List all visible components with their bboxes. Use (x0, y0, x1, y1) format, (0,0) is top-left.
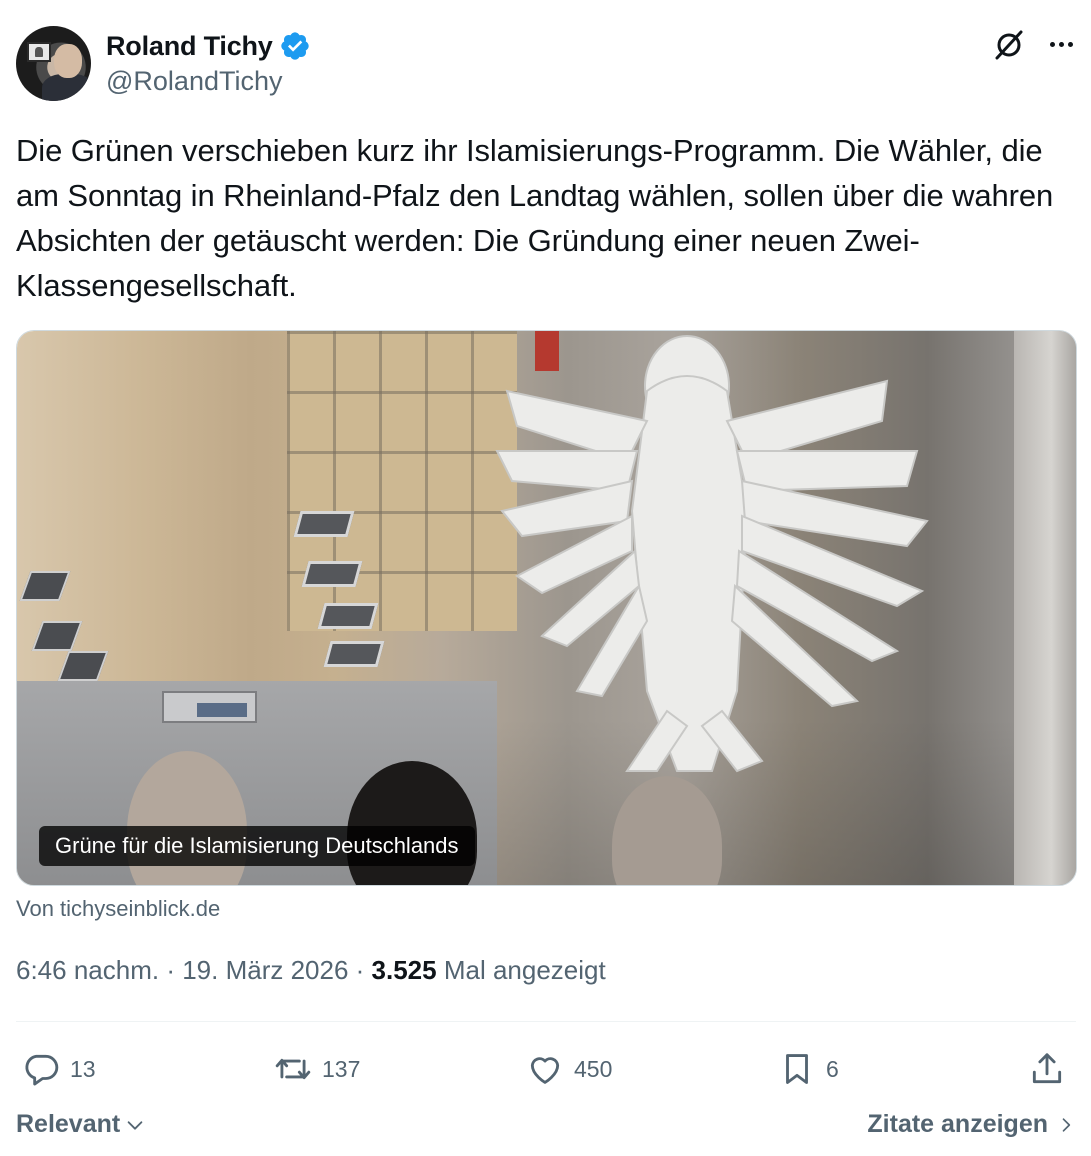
avatar[interactable] (16, 26, 91, 101)
card-source[interactable]: Von tichyseinblick.de (16, 896, 220, 922)
sort-label: Relevant (16, 1110, 121, 1138)
link-card[interactable]: Grüne für die Islamisierung Deutschlands (16, 330, 1077, 886)
share-icon (1032, 1053, 1062, 1084)
tweet-meta: 6:46 nachm. · 19. März 2026 · 3.525 Mal … (16, 955, 606, 986)
reply-controls: Relevant Zitate anzeigen (16, 1110, 1076, 1150)
card-image[interactable]: Grüne für die Islamisierung Deutschlands (17, 331, 1076, 885)
more-icon[interactable] (1046, 34, 1076, 54)
card-caption: Grüne für die Islamisierung Deutschlands (39, 826, 475, 866)
handle[interactable]: @RolandTichy (106, 66, 282, 97)
like-button[interactable]: 450 (526, 1042, 612, 1096)
timestamp-time[interactable]: 6:46 nachm. (16, 955, 159, 985)
name-row: Roland Tichy (106, 26, 311, 66)
timestamp-date[interactable]: 19. März 2026 (182, 955, 348, 985)
eagle-sculpture (495, 335, 929, 773)
chevron-right-icon (1062, 1117, 1071, 1132)
reply-count: 13 (70, 1055, 96, 1082)
repost-icon (275, 1058, 311, 1080)
reply-icon (25, 1054, 59, 1086)
verified-badge-icon (280, 32, 309, 60)
action-bar: 13 137 450 6 (16, 1042, 1076, 1096)
repost-button[interactable]: 137 (274, 1042, 360, 1096)
share-button[interactable] (1028, 1042, 1066, 1096)
chevron-down-icon (127, 1120, 143, 1130)
display-name[interactable]: Roland Tichy (106, 31, 273, 62)
divider (16, 1021, 1076, 1022)
like-icon (530, 1057, 560, 1084)
grok-icon[interactable] (992, 28, 1026, 62)
quotes-label: Zitate anzeigen (867, 1110, 1048, 1138)
views-count: 3.525 (371, 955, 437, 985)
sort-dropdown[interactable]: Relevant (16, 1110, 146, 1139)
bookmark-count: 6 (826, 1055, 839, 1082)
bookmark-icon (786, 1054, 808, 1084)
reply-button[interactable]: 13 (22, 1042, 96, 1096)
views-label: Mal angezeigt (436, 955, 606, 985)
bookmark-button[interactable]: 6 (778, 1042, 839, 1096)
meta-separator: · (159, 955, 183, 985)
view-quotes-link[interactable]: Zitate anzeigen (867, 1110, 1076, 1139)
tweet-text: Die Grünen verschieben kurz ihr Islamisi… (16, 133, 1054, 303)
repost-count: 137 (322, 1055, 361, 1082)
like-count: 450 (574, 1055, 613, 1082)
meta-separator: · (348, 955, 372, 985)
tweet-header: Roland Tichy @RolandTichy (16, 26, 1076, 102)
